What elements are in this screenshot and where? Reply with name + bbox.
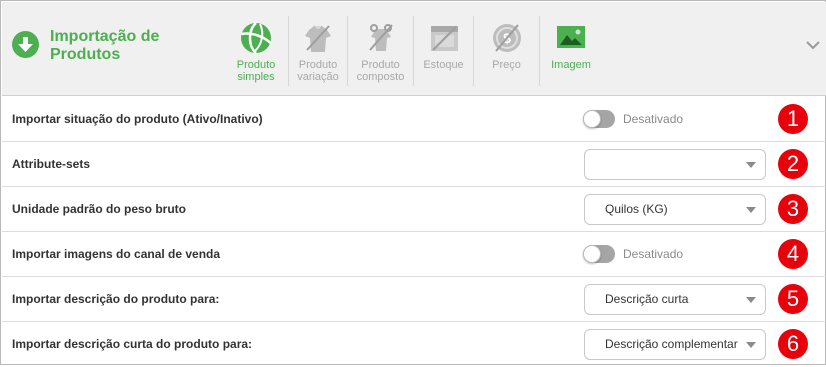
tab-label: Preço [492, 59, 521, 71]
step-badge: 1 [778, 104, 808, 134]
select-value: Descrição complementar [605, 337, 738, 351]
short-description-target-select[interactable]: Descrição complementar [584, 329, 766, 360]
tab-label: Imagem [551, 59, 591, 71]
weight-unit-select[interactable]: Quilos (KG) [584, 194, 766, 225]
attribute-sets-select[interactable] [584, 149, 766, 180]
shirt-variation-icon [301, 22, 335, 54]
toggle-knob [583, 245, 601, 263]
setting-row-description-target: Importar descrição do produto para: Desc… [2, 277, 826, 322]
tab-label: Produto composto [356, 59, 405, 83]
entity-tabs: Produto simples Produto variação Produto… [224, 16, 602, 86]
dropdown-caret-icon [746, 342, 756, 348]
image-icon [554, 22, 588, 54]
chevron-down-icon[interactable] [805, 38, 821, 52]
tab-produto-variacao[interactable]: Produto variação [289, 16, 348, 86]
step-badge: 5 [778, 284, 808, 314]
description-target-select[interactable]: Descrição curta [584, 284, 766, 315]
toggle-state-text: Desativado [623, 112, 684, 126]
select-value: Quilos (KG) [605, 202, 668, 216]
setting-row-weight-unit: Unidade padrão do peso bruto Quilos (KG)… [2, 187, 826, 232]
dropdown-caret-icon [746, 162, 756, 168]
setting-row-short-description-target: Importar descrição curta do produto para… [2, 322, 826, 365]
beach-ball-icon [239, 22, 273, 54]
tab-imagem[interactable]: Imagem [540, 16, 602, 86]
dropdown-caret-icon [746, 297, 756, 303]
tab-label: Produto variação [297, 59, 339, 83]
stock-box-icon [427, 22, 461, 54]
setting-label: Importar descrição curta do produto para… [12, 337, 253, 351]
tab-preco[interactable]: $ Preço [474, 16, 540, 86]
composite-shirt-icon [364, 22, 398, 54]
dropdown-caret-icon [746, 207, 756, 213]
step-badge: 6 [778, 329, 808, 359]
step-badge: 2 [778, 149, 808, 179]
step-badge: 3 [778, 194, 808, 224]
panel-header: Importação de Produtos Produto simples P… [2, 2, 826, 96]
import-panel: Importação de Produtos Produto simples P… [0, 0, 826, 365]
toggle-state-text: Desativado [623, 247, 684, 261]
panel-title: Importação de Produtos [50, 28, 160, 63]
tab-produto-composto[interactable]: Produto composto [348, 16, 414, 86]
setting-label: Unidade padrão do peso bruto [12, 202, 187, 216]
tab-label: Produto simples [236, 59, 276, 83]
setting-label: Attribute-sets [12, 157, 91, 171]
setting-label: Importar situação do produto (Ativo/Inat… [12, 112, 263, 126]
step-badge: 4 [778, 239, 808, 269]
import-status-toggle[interactable] [583, 110, 615, 128]
toggle-knob [583, 110, 601, 128]
price-coin-icon: $ [490, 22, 524, 54]
tab-label: Estoque [423, 59, 464, 71]
tab-produto-simples[interactable]: Produto simples [224, 16, 289, 86]
setting-label: Importar descrição do produto para: [12, 292, 220, 306]
setting-row-import-status: Importar situação do produto (Ativo/Inat… [2, 97, 826, 142]
setting-row-import-images: Importar imagens do canal de venda Desat… [2, 232, 826, 277]
download-arrow-icon [12, 31, 39, 58]
select-value: Descrição curta [605, 292, 689, 306]
import-images-toggle[interactable] [583, 245, 615, 263]
tab-estoque[interactable]: Estoque [414, 16, 474, 86]
setting-row-attribute-sets: Attribute-sets 2 [2, 142, 826, 187]
setting-label: Importar imagens do canal de venda [12, 247, 221, 261]
